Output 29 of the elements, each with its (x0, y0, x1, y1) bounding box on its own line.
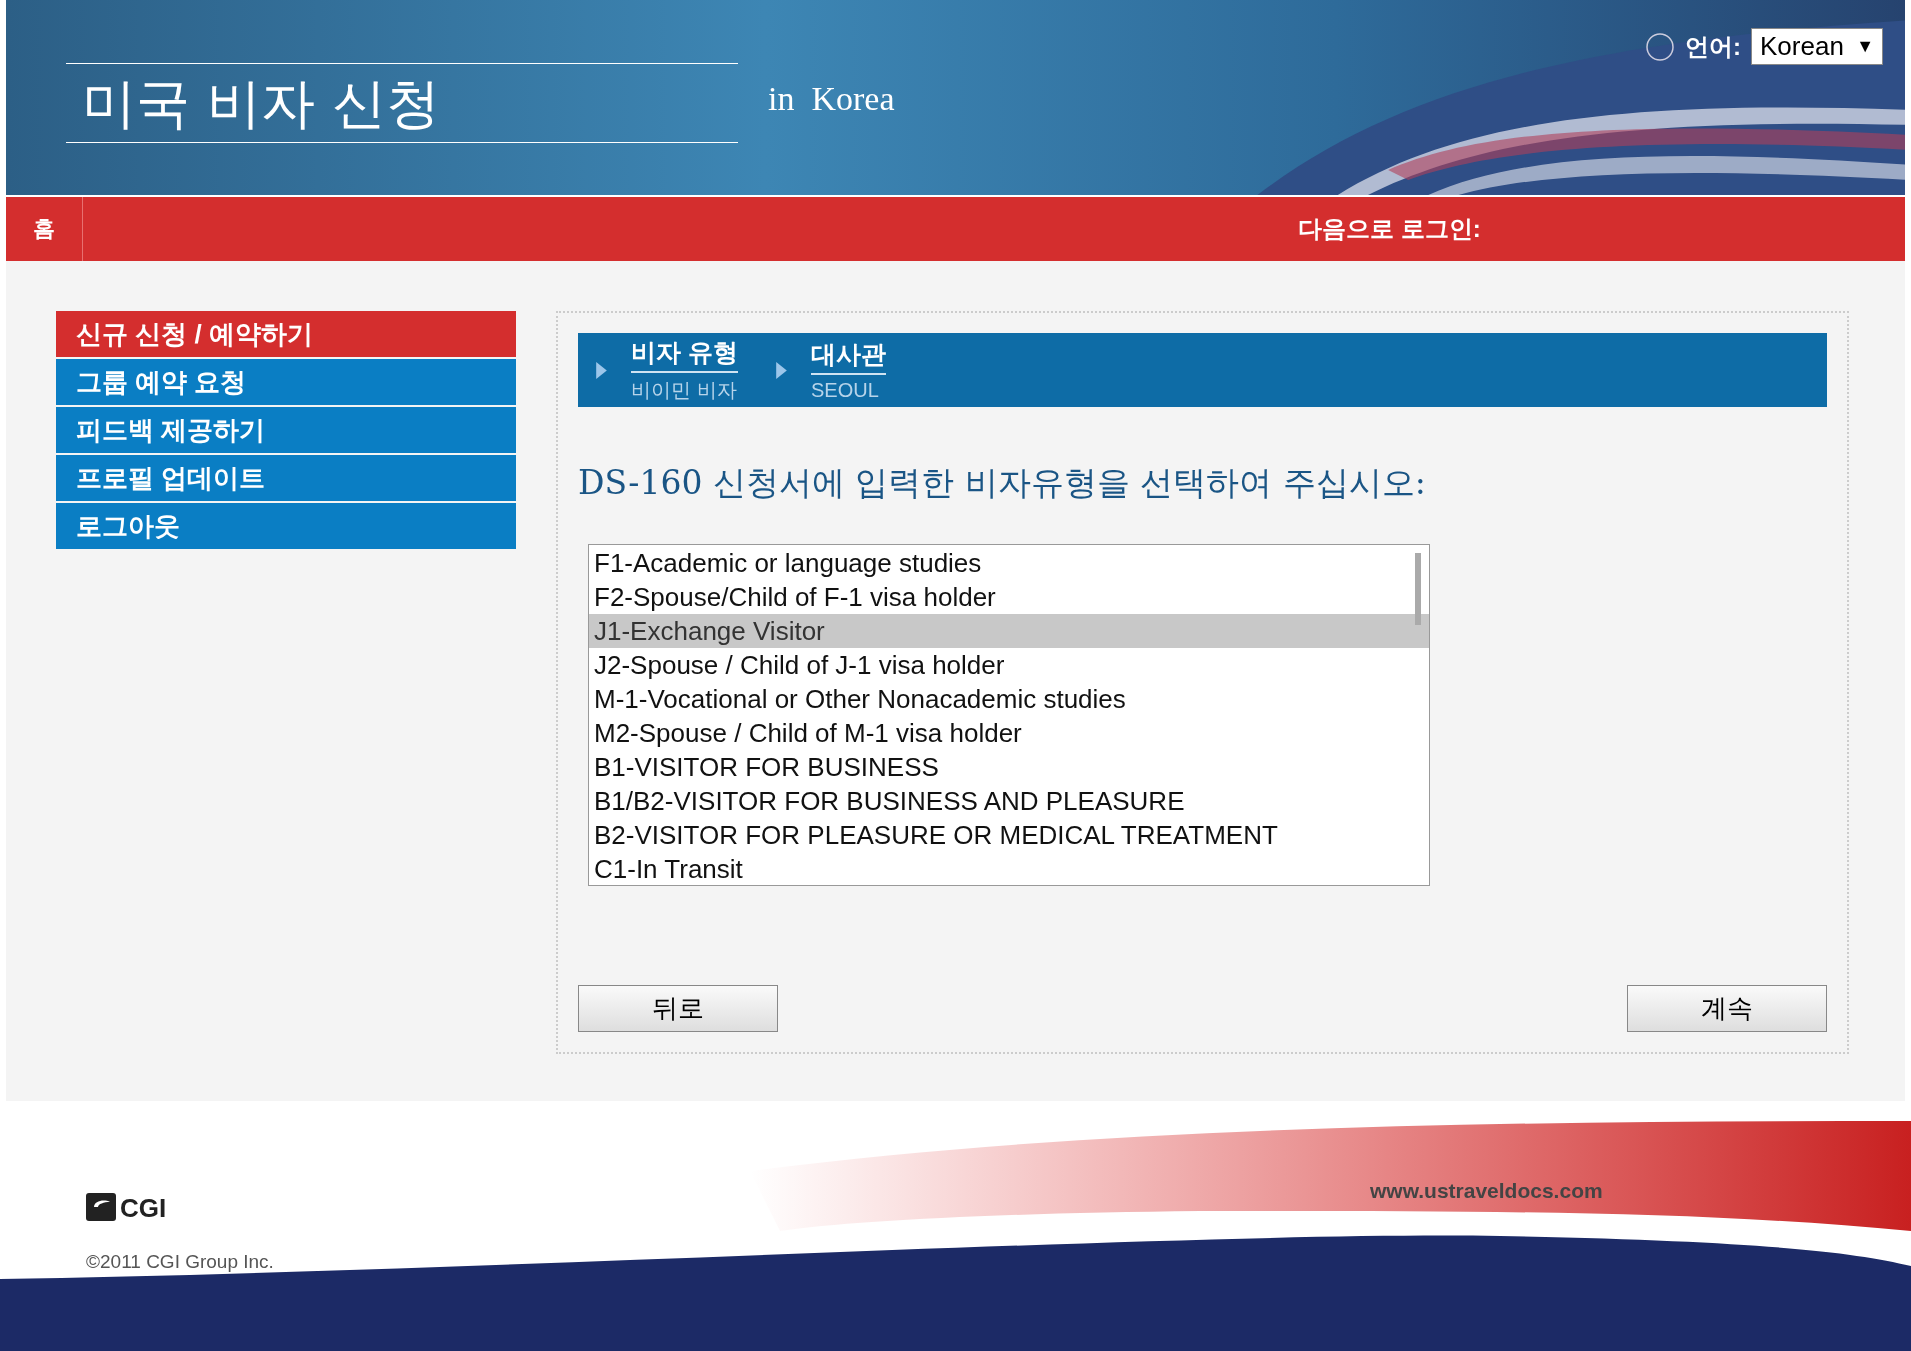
list-option[interactable]: F1-Academic or language studies (589, 546, 1429, 580)
list-option[interactable]: J1-Exchange Visitor (589, 614, 1429, 648)
logo-text: CGI (120, 1195, 167, 1221)
language-label: 언어: (1685, 31, 1741, 62)
step-title: 대사관 (810, 338, 886, 375)
step-value: SEOUL (810, 378, 880, 402)
login-label: 다음으로 로그인: (1298, 214, 1481, 244)
list-option[interactable]: B1/B2-VISITOR FOR BUSINESS AND PLEASURE (589, 784, 1429, 818)
sidebar-item[interactable]: 그룹 예약 요청 (56, 359, 516, 405)
sidebar-item[interactable]: 로그아웃 (56, 503, 516, 549)
site-subtitle: in Korea (768, 80, 895, 118)
language-select[interactable]: Korean ▼ (1751, 28, 1883, 65)
step-value: 비이민 비자 (631, 378, 738, 403)
page-heading: DS-160 신청서에 입력한 비자유형을 선택하여 주십시오: (578, 462, 1427, 504)
list-option[interactable]: F2-Spouse/Child of F-1 visa holder (589, 580, 1429, 614)
list-option[interactable]: B2-VISITOR FOR PLEASURE OR MEDICAL TREATMENT (589, 818, 1429, 852)
list-option[interactable]: M2-Spouse / Child of M-1 visa holder (589, 716, 1429, 750)
site-title: 미국 비자 신청 (81, 71, 442, 137)
list-option[interactable]: M-1-Vocational or Other Nonacademic studies (589, 682, 1429, 716)
sidebar-item[interactable]: 프로필 업데이트 (56, 455, 516, 501)
continue-button[interactable]: 계속 (1627, 985, 1827, 1032)
list-option[interactable]: J2-Spouse / Child of J-1 visa holder (589, 648, 1429, 682)
list-option[interactable]: B1-VISITOR FOR BUSINESS (589, 750, 1429, 784)
back-button[interactable]: 뒤로 (578, 985, 778, 1032)
copyright-text: ©2011 CGI Group Inc. (86, 1251, 274, 1273)
list-option[interactable]: C1-In Transit (589, 852, 1429, 886)
sidebar-item[interactable]: 신규 신청 / 예약하기 (56, 311, 516, 357)
sidebar-item[interactable]: 피드백 제공하기 (56, 407, 516, 453)
step-title: 비자 유형 (631, 336, 738, 373)
